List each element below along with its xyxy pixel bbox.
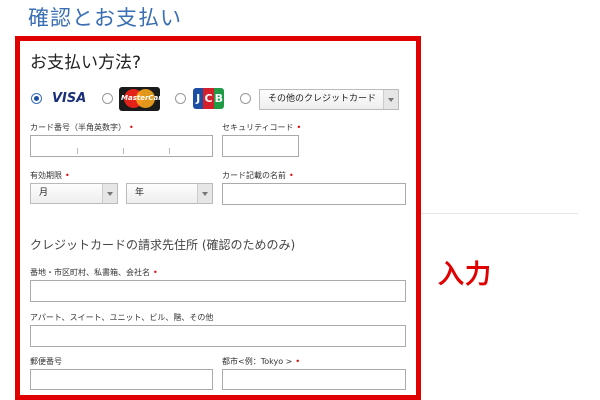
address2-label: アパート、スイート、ユニット、ビル、階、その他 [30, 313, 214, 322]
expiry-month-select[interactable]: 月 [30, 183, 118, 204]
address2-field[interactable] [30, 325, 406, 347]
other-card-select-value: その他のクレジットカード [268, 94, 377, 104]
address1-field[interactable] [30, 280, 406, 302]
cardholder-name-label: カード記載の名前 • [222, 171, 294, 180]
month-select-value: 月 [39, 188, 49, 198]
visa-logo-icon[interactable]: VISA [52, 91, 86, 106]
jcb-logo-icon[interactable]: JCB [193, 88, 224, 109]
payment-method-title: お支払い方法? [30, 53, 142, 73]
jcb-radio[interactable] [175, 93, 186, 104]
address1-label: 番地・市区町村、私書箱、会社名 • [30, 268, 158, 277]
card-number-label: カード番号（半角英数字） • [30, 123, 134, 132]
chevron-down-icon [102, 184, 117, 203]
other-card-select[interactable]: その他のクレジットカード [259, 89, 399, 110]
expiry-label: 有効期限 • [30, 171, 70, 180]
mastercard-label: MasterCard [121, 94, 160, 102]
year-select-value: 年 [135, 188, 145, 198]
security-code-field[interactable] [222, 135, 299, 157]
cardholder-name-field[interactable] [222, 183, 406, 205]
postal-code-label: 郵便番号 [30, 357, 62, 366]
city-field[interactable] [222, 369, 406, 390]
page-title: 確認とお支払い [28, 6, 182, 30]
postal-code-field[interactable] [30, 369, 213, 390]
card-number-field[interactable] [30, 135, 213, 157]
chevron-down-icon [197, 184, 212, 203]
mastercard-radio[interactable] [102, 93, 113, 104]
expiry-year-select[interactable]: 年 [126, 183, 213, 204]
security-code-label: セキュリティコード • [222, 123, 302, 132]
mastercard-logo-icon[interactable]: MasterCard [119, 87, 160, 111]
chevron-down-icon [383, 90, 398, 109]
input-annotation: 入力 [438, 260, 493, 290]
section-divider [408, 213, 578, 214]
billing-address-title: クレジットカードの請求先住所 (確認のためのみ) [30, 238, 296, 252]
city-label: 都市<例：Tokyo > • [222, 357, 301, 366]
visa-radio[interactable] [31, 93, 42, 104]
other-card-radio[interactable] [240, 93, 251, 104]
